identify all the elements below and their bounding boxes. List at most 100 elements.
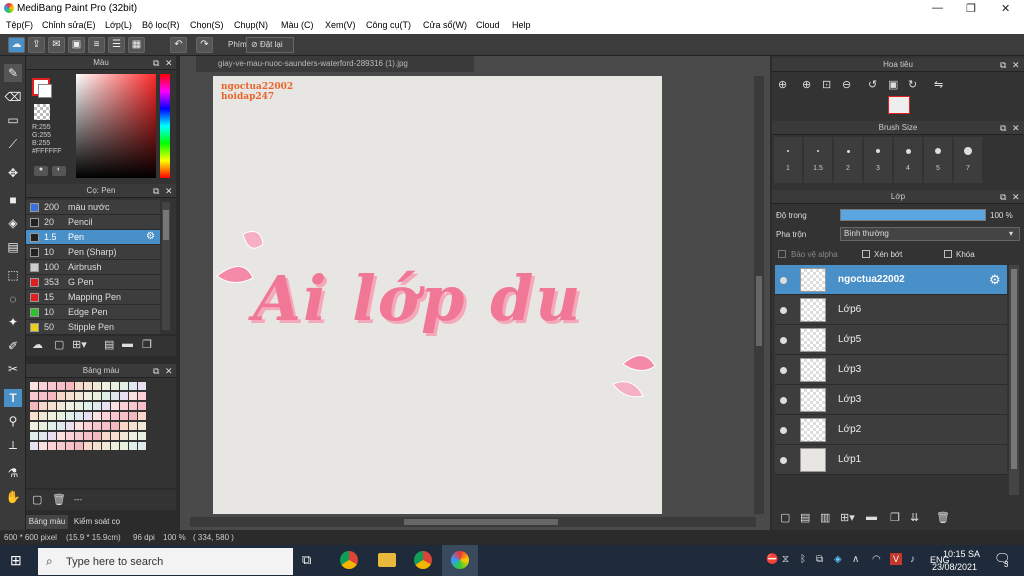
- fit-window-icon[interactable]: ▣: [888, 78, 898, 91]
- palette-swatch[interactable]: [66, 412, 74, 420]
- tab-palette[interactable]: Bảng màu: [26, 515, 68, 529]
- maximize-icon[interactable]: ❐: [966, 2, 976, 15]
- brush-item[interactable]: 15 Mapping Pen: [26, 290, 160, 305]
- palette-swatch[interactable]: [84, 432, 92, 440]
- settings-icon[interactable]: ◐: [52, 166, 66, 176]
- palette-swatch[interactable]: [39, 402, 47, 410]
- palette-swatch[interactable]: [111, 382, 119, 390]
- tab-brush-control[interactable]: Kiểm soát cọ: [70, 515, 124, 529]
- layer-row[interactable]: Lớp6: [775, 295, 1007, 325]
- brush-tool-icon[interactable]: ✎: [4, 64, 22, 82]
- flip-icon[interactable]: ⇋: [934, 78, 943, 91]
- delete-layer-icon[interactable]: 🗑: [936, 511, 950, 524]
- palette-swatch[interactable]: [48, 412, 56, 420]
- menu-capture[interactable]: Chụp(N): [234, 20, 268, 30]
- menu-cloud[interactable]: Cloud: [476, 20, 500, 30]
- horizontal-scrollbar[interactable]: [190, 517, 756, 527]
- menu-window[interactable]: Cửa sổ(W): [423, 20, 467, 30]
- task-view-icon[interactable]: ⧉: [302, 552, 311, 568]
- cloud-icon[interactable]: ☁: [8, 37, 25, 53]
- new-layer-icon[interactable]: ▢: [780, 511, 790, 524]
- rectangle-tool-icon[interactable]: ▭: [4, 111, 22, 129]
- palette-swatch[interactable]: [75, 442, 83, 450]
- palette-swatch[interactable]: [138, 402, 146, 410]
- brush-size-cell[interactable]: 1.5: [804, 137, 832, 183]
- palette-swatch[interactable]: [30, 422, 38, 430]
- close-panel-icon[interactable]: ✕: [1012, 190, 1020, 204]
- protect-alpha-checkbox[interactable]: [778, 250, 786, 258]
- clipping-checkbox[interactable]: [862, 250, 870, 258]
- palette-swatch[interactable]: [102, 422, 110, 430]
- close-panel-icon[interactable]: ✕: [165, 364, 173, 378]
- scroll-thumb[interactable]: [404, 519, 558, 525]
- eye-icon[interactable]: [780, 397, 787, 404]
- palette-swatch[interactable]: [57, 392, 65, 400]
- select-eraser-tool-icon[interactable]: ✂: [4, 360, 22, 378]
- menu-color[interactable]: Màu (C): [281, 20, 314, 30]
- palette-icon[interactable]: ●: [34, 166, 48, 176]
- palette-swatch[interactable]: [111, 442, 119, 450]
- palette-swatch[interactable]: [39, 432, 47, 440]
- palette-swatch[interactable]: [39, 412, 47, 420]
- palette-swatch[interactable]: [39, 382, 47, 390]
- transparent-swatch[interactable]: [34, 104, 50, 120]
- palette-swatch[interactable]: [102, 432, 110, 440]
- float-icon[interactable]: ⧉: [1000, 58, 1006, 72]
- document-tab[interactable]: giay-ve-mau-nuoc-saunders-waterford-2893…: [196, 56, 474, 72]
- gear-icon[interactable]: ⚙: [146, 231, 155, 242]
- close-panel-icon[interactable]: ✕: [165, 56, 173, 70]
- chrome-icon[interactable]: [340, 551, 358, 569]
- brush-item[interactable]: 200 màu nước: [26, 200, 160, 215]
- palette-swatch[interactable]: [129, 412, 137, 420]
- palette-swatch[interactable]: [57, 432, 65, 440]
- palette-swatch[interactable]: [48, 382, 56, 390]
- palette-swatch[interactable]: [84, 382, 92, 390]
- menu-tools[interactable]: Công cụ(T): [366, 20, 411, 30]
- palette-swatch[interactable]: [93, 392, 101, 400]
- brush-item[interactable]: 353 G Pen: [26, 275, 160, 290]
- rotate-right-icon[interactable]: ↻: [908, 78, 917, 91]
- menu-edit[interactable]: Chỉnh sửa(E): [42, 20, 96, 30]
- brush-add-menu-icon[interactable]: ⊞▾: [72, 338, 87, 351]
- copy-icon[interactable]: ❐: [142, 338, 152, 351]
- rotate-left-icon[interactable]: ↺: [868, 78, 877, 91]
- new-brush-icon[interactable]: ▢: [54, 338, 64, 351]
- palette-swatch[interactable]: [93, 402, 101, 410]
- menu-file[interactable]: Tệp(F): [6, 20, 33, 30]
- palette-swatch[interactable]: [138, 382, 146, 390]
- canvas[interactable]: ngoctua22002 hoidap247 Ai lớp du: [213, 76, 662, 514]
- windows-start-icon[interactable]: ⊞: [10, 552, 22, 569]
- palette-swatch[interactable]: [48, 422, 56, 430]
- bluetooth-icon[interactable]: ᛒ: [800, 554, 806, 565]
- lock-checkbox[interactable]: [944, 250, 952, 258]
- menu-view[interactable]: Xem(V): [325, 20, 356, 30]
- brush-size-cell[interactable]: 5: [924, 137, 952, 183]
- palette-swatch[interactable]: [129, 422, 137, 430]
- divide-tool-icon[interactable]: ⟂: [4, 436, 22, 454]
- palette-swatch[interactable]: [30, 442, 38, 450]
- line-tool-icon[interactable]: ⟋: [4, 135, 22, 153]
- new-palette-icon[interactable]: ▢: [32, 493, 42, 506]
- chevron-up-icon[interactable]: ∧: [852, 554, 859, 565]
- opacity-slider[interactable]: [840, 209, 986, 221]
- file-explorer-icon[interactable]: [378, 553, 396, 567]
- volume-icon[interactable]: ♪: [910, 554, 915, 565]
- scroll-thumb[interactable]: [756, 276, 762, 346]
- eye-icon[interactable]: [780, 337, 787, 344]
- palette-swatch[interactable]: [93, 382, 101, 390]
- brush-scrollbar[interactable]: [162, 202, 170, 330]
- taskbar-search-box[interactable]: ⌕ Type here to search: [38, 548, 293, 575]
- palette-swatch[interactable]: [48, 432, 56, 440]
- palette-swatch[interactable]: [84, 442, 92, 450]
- brush-item[interactable]: 10 Pen (Sharp): [26, 245, 160, 260]
- shield-icon[interactable]: ◈: [834, 554, 842, 565]
- palette-swatch[interactable]: [93, 422, 101, 430]
- brush-item[interactable]: 10 Edge Pen: [26, 305, 160, 320]
- palette-swatch[interactable]: [93, 432, 101, 440]
- palette-swatch[interactable]: [120, 392, 128, 400]
- brush-size-cell[interactable]: 4: [894, 137, 922, 183]
- palette-swatch[interactable]: [30, 392, 38, 400]
- palette-swatch[interactable]: [111, 422, 119, 430]
- palette-swatch[interactable]: [57, 442, 65, 450]
- float-icon[interactable]: ⧉: [1000, 190, 1006, 204]
